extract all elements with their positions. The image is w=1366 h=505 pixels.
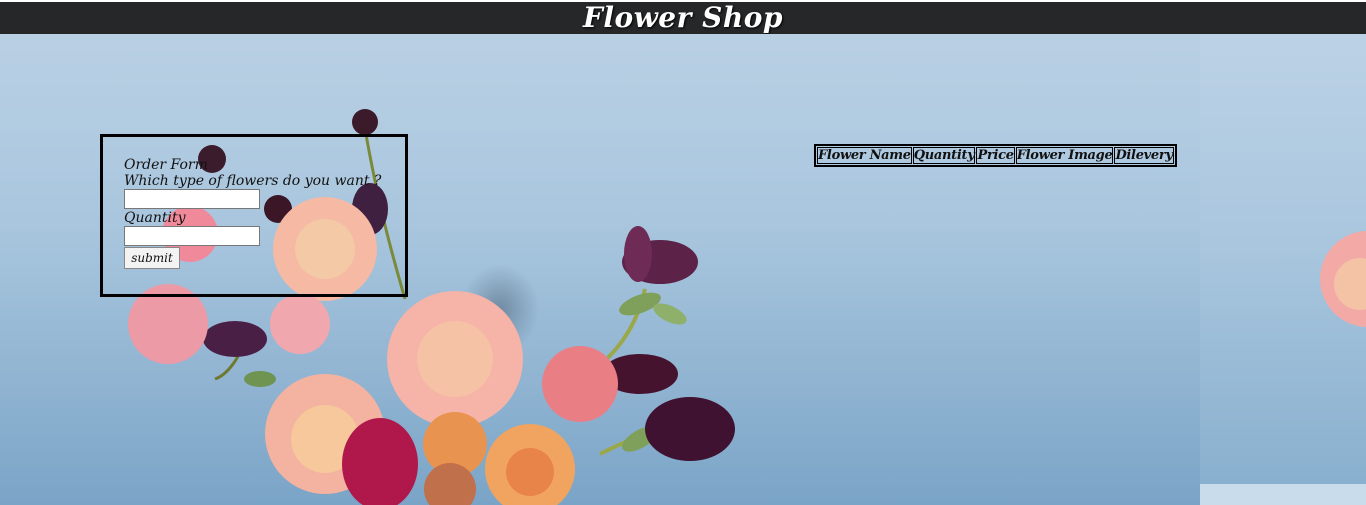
order-table: Flower Name Quantity Price Flower Image …	[814, 144, 1177, 167]
site-title: Flower Shop	[583, 1, 783, 34]
column-header-price: Price	[976, 147, 1015, 164]
table-header-row: Flower Name Quantity Price Flower Image …	[817, 147, 1174, 164]
form-title: Order Form	[124, 157, 208, 173]
quantity-label: Quantity	[124, 210, 186, 226]
flower-type-input[interactable]	[124, 189, 260, 209]
quantity-input[interactable]	[124, 226, 260, 246]
flower-edge-illustration	[1200, 231, 1366, 505]
column-header-flower-image: Flower Image	[1015, 147, 1114, 164]
column-header-flower-name: Flower Name	[817, 147, 912, 164]
site-header: Flower Shop	[0, 2, 1366, 34]
order-form-box: Order Form Which type of flowers do you …	[100, 134, 408, 297]
order-form: Order Form Which type of flowers do you …	[124, 157, 404, 269]
column-header-delivery: Dilevery	[1114, 147, 1174, 164]
flower-type-label: Which type of flowers do you want ?	[124, 173, 382, 189]
column-header-quantity: Quantity	[912, 147, 976, 164]
background-photo-repeat	[1200, 34, 1366, 505]
submit-button[interactable]: submit	[124, 247, 180, 269]
